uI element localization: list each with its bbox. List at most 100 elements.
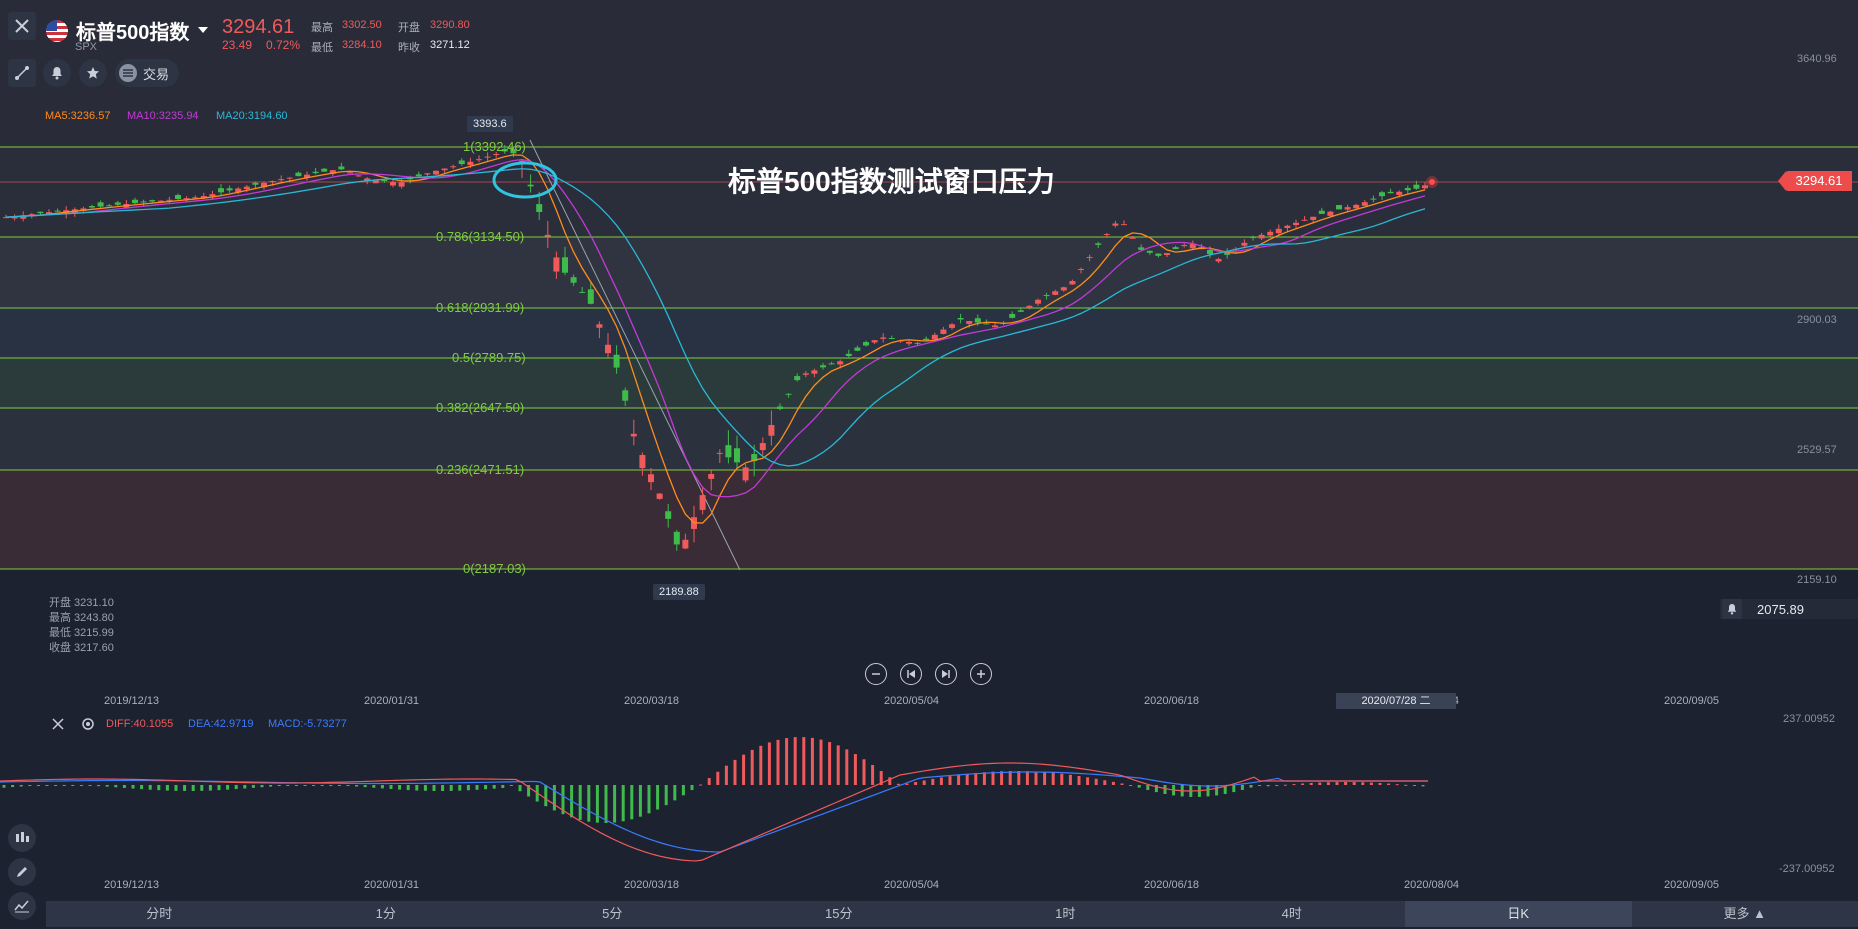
close-icon	[52, 718, 64, 730]
candle	[1250, 235, 1256, 241]
edit-button[interactable]	[8, 858, 36, 886]
macd-axis-bottom: -237.00952	[1779, 863, 1835, 875]
period-tab-timeshare[interactable]: 分时	[46, 901, 273, 927]
macd-bar	[1387, 783, 1391, 785]
candle	[630, 419, 637, 446]
trade-button[interactable]: 交易	[115, 59, 179, 87]
candle	[544, 220, 551, 248]
macd-settings-button[interactable]	[80, 716, 96, 737]
candle	[716, 449, 723, 464]
candle	[1301, 216, 1308, 222]
macd-bar	[432, 785, 436, 791]
macd-bar	[1421, 785, 1425, 787]
zoom-out-button[interactable]	[865, 663, 887, 685]
fib-label-0618: 0.618(2931.99)	[436, 300, 525, 315]
date-tick: 2020/03/18	[624, 695, 680, 707]
low-value: 3284.10	[342, 39, 382, 51]
macd-bar	[707, 778, 711, 785]
period-tab-daily[interactable]: 日K	[1405, 901, 1632, 927]
macd-bar	[845, 749, 849, 785]
period-tab-15m[interactable]: 15分	[726, 901, 953, 927]
macd-bar	[458, 785, 462, 791]
date-tick: 2020/01/31	[364, 695, 420, 707]
chart-type-button[interactable]	[8, 892, 36, 920]
macd-bar	[604, 785, 608, 823]
macd-close-button[interactable]	[51, 717, 65, 736]
period-tab-more[interactable]: 更多 ▲	[1632, 901, 1858, 927]
alert-price-box[interactable]: 2075.89	[1720, 599, 1858, 619]
macd-bar	[819, 739, 823, 785]
macd-bar	[346, 785, 350, 787]
macd-bar	[28, 785, 32, 786]
candle	[1121, 220, 1127, 226]
bell-icon	[52, 67, 62, 80]
chevron-down-icon[interactable]	[198, 27, 208, 33]
alert-button[interactable]	[43, 59, 71, 87]
macd-bar	[1395, 784, 1399, 786]
macd-bar	[759, 745, 763, 785]
zoom-in-button[interactable]	[970, 663, 992, 685]
fib-label-1: 1(3392.46)	[463, 139, 526, 154]
macd-bar	[1335, 782, 1339, 785]
candle	[295, 171, 302, 177]
period-tab-4h[interactable]: 4时	[1179, 901, 1406, 927]
scroll-start-button[interactable]	[900, 663, 922, 685]
macd-bar	[122, 785, 126, 788]
macd-bar	[1043, 772, 1047, 785]
macd-bar	[79, 785, 83, 786]
drawing-tool-button[interactable]	[8, 59, 36, 87]
macd-bar	[2, 785, 6, 788]
candle	[1095, 241, 1102, 249]
macd-bar	[578, 785, 582, 820]
candle	[390, 179, 396, 188]
price-change-pct: 0.72%	[266, 38, 301, 52]
indicator-button[interactable]	[8, 824, 36, 852]
candle	[992, 322, 998, 328]
macd-bar	[1378, 783, 1382, 785]
candle	[218, 184, 224, 197]
macd-bar	[716, 771, 720, 785]
macd-bar	[939, 777, 943, 785]
scroll-end-button[interactable]	[935, 663, 957, 685]
candle	[777, 403, 783, 411]
candle	[1043, 292, 1050, 300]
candle	[1258, 232, 1265, 241]
candle	[570, 274, 577, 286]
trade-label: 交易	[143, 66, 170, 82]
period-more-label: 更多	[1723, 906, 1750, 921]
macd-bar	[423, 785, 427, 791]
macd-bar	[1163, 785, 1167, 794]
period-tab-1h[interactable]: 1时	[952, 901, 1179, 927]
skip-back-icon	[907, 670, 915, 678]
period-tab-5m[interactable]: 5分	[499, 901, 726, 927]
macd-bar	[638, 785, 642, 817]
macd-bar	[776, 739, 780, 785]
candle	[476, 155, 482, 163]
candle	[1336, 204, 1342, 210]
minus-icon	[872, 673, 880, 675]
macd-bar	[277, 785, 281, 787]
macd-bar	[501, 785, 505, 788]
candle	[1404, 185, 1411, 194]
favorite-button[interactable]	[79, 59, 107, 87]
candle	[863, 340, 869, 347]
macd-bar	[905, 783, 909, 785]
candle	[157, 200, 164, 202]
macd-bar	[200, 785, 204, 791]
candlestick-chart[interactable]	[0, 0, 1858, 600]
macd-bar	[1077, 776, 1081, 785]
period-tab-1m[interactable]: 1分	[273, 901, 500, 927]
candle	[622, 387, 629, 407]
macd-bar	[587, 785, 591, 822]
macd-bar	[466, 785, 470, 791]
candle	[802, 370, 809, 378]
candle	[1293, 219, 1299, 228]
candle	[1017, 307, 1024, 312]
prev-close-value: 3271.12	[430, 39, 470, 51]
instrument-code: SPX	[75, 41, 98, 53]
chevron-up-icon: ▲	[1753, 906, 1766, 921]
close-button[interactable]	[8, 12, 36, 40]
peak-price-label: 3393.6	[467, 116, 513, 132]
macd-bar	[19, 785, 23, 787]
candle	[708, 470, 715, 491]
